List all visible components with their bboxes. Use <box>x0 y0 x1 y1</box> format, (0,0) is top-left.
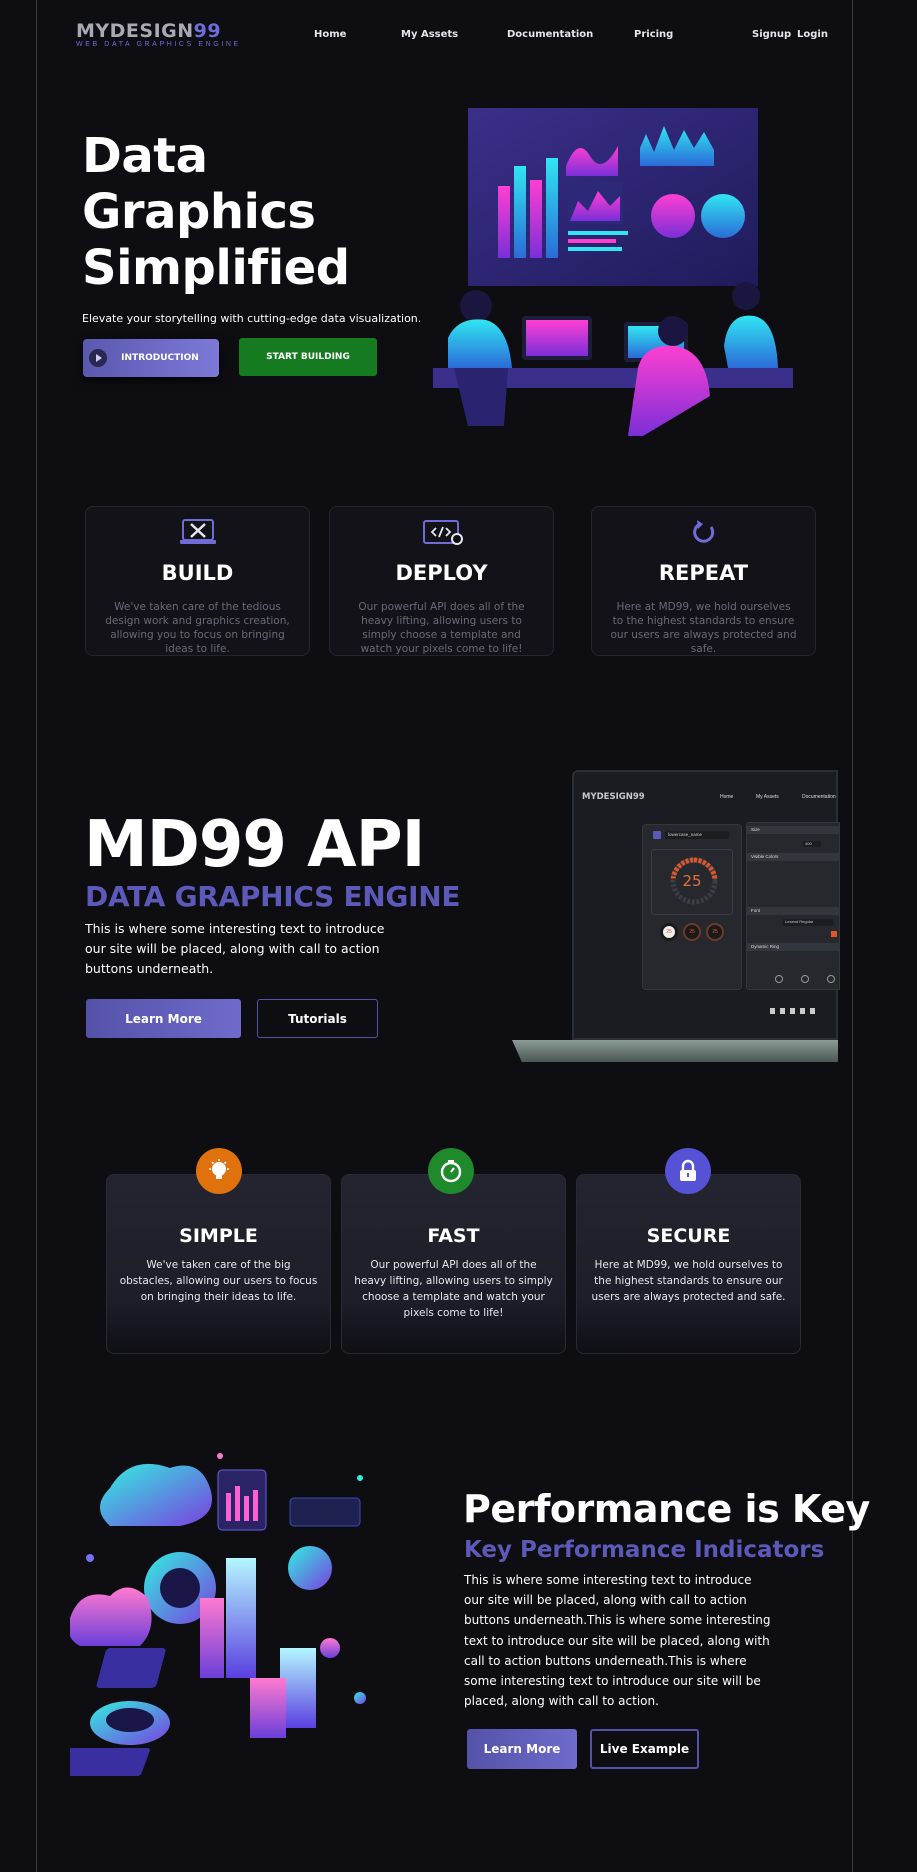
refresh-icon <box>692 520 714 543</box>
mock-panel-icon <box>653 831 661 839</box>
feature-text: Our powerful API does all of the heavy l… <box>358 601 525 655</box>
feature-text: Here at MD99, we hold ourselves to the h… <box>610 601 797 655</box>
value-text: Here at MD99, we hold ourselves to the h… <box>591 1259 786 1303</box>
mock-logo: MYDESIGN99 <box>582 792 645 802</box>
value-title: SECURE <box>646 1225 731 1247</box>
api-subtitle: DATA GRAPHICS ENGINE <box>85 880 461 913</box>
frame-left-line <box>36 0 37 1872</box>
performance-illustration <box>70 1453 366 1776</box>
hero-title-line-1: Data <box>82 128 208 184</box>
value-text: Our powerful API does all of the heavy l… <box>354 1259 553 1319</box>
feature-card-repeat: REPEAT Here at MD99, we hold ourselves t… <box>591 506 816 656</box>
mock-nav-docs: Documentation <box>802 794 836 800</box>
mock-gauge-value: 25 <box>682 872 702 890</box>
laptop-screen: MYDESIGN99 Home My Assets Documentation … <box>572 770 840 1040</box>
mock-panel-header: Font <box>747 907 839 915</box>
value-card-fast: FAST Our powerful API does all of the he… <box>341 1174 566 1354</box>
feature-card-deploy: DEPLOY Our powerful API does all of the … <box>329 506 554 656</box>
performance-subtitle: Key Performance Indicators <box>464 1537 825 1563</box>
nav-pricing[interactable]: Pricing <box>634 29 673 40</box>
lock-icon <box>665 1148 711 1194</box>
introduction-button[interactable]: INTRODUCTION <box>83 339 219 377</box>
introduction-button-label: INTRODUCTION <box>121 353 199 363</box>
api-title: MD99 API <box>84 808 425 882</box>
performance-text: This is where some interesting text to i… <box>464 1573 771 1709</box>
logo-tagline: WEB DATA GRAPHICS ENGINE <box>76 41 241 48</box>
mock-thumb: 25 <box>706 923 724 941</box>
hero-subtitle: Elevate your storytelling with cutting-e… <box>82 312 422 325</box>
stopwatch-icon <box>428 1148 474 1194</box>
nav-signup[interactable]: Signup <box>752 29 791 40</box>
play-icon <box>89 349 108 367</box>
code-gear-icon <box>422 520 463 545</box>
mock-gauge-frame: 25 <box>651 849 733 915</box>
laptop-tools-icon <box>179 519 216 544</box>
mock-radio <box>801 975 809 983</box>
hero-title-line-3: Simplified <box>82 240 350 296</box>
mock-size-value: 400 <box>803 841 821 847</box>
mock-settings-panel: Size 400 Visible Colors Font Lexend Regu… <box>746 822 840 990</box>
mock-nav-home: Home <box>720 794 734 800</box>
mock-social-icons <box>770 1008 820 1014</box>
value-title: FAST <box>427 1225 480 1247</box>
mock-radio <box>775 975 783 983</box>
mock-thumb: 25 <box>683 923 701 941</box>
start-building-button[interactable]: START BUILDING <box>239 338 377 376</box>
value-card-secure: SECURE Here at MD99, we hold ourselves t… <box>576 1174 801 1354</box>
tutorials-button[interactable]: Tutorials <box>257 999 378 1038</box>
nav-home[interactable]: Home <box>314 29 346 40</box>
mock-search-input: lowercase_name <box>665 831 729 839</box>
learn-more-button[interactable]: Learn More <box>86 999 241 1038</box>
mock-color-swatch <box>831 931 837 937</box>
mock-thumb: 25 <box>660 923 678 941</box>
mock-panel-header: Size <box>747 826 839 834</box>
value-title: SIMPLE <box>179 1225 258 1247</box>
feature-title: BUILD <box>161 561 234 585</box>
feature-text: We've taken care of the tedious design w… <box>105 601 290 655</box>
hero-illustration <box>433 108 793 436</box>
frame-right-line <box>852 0 853 1872</box>
hero-title-line-2: Graphics <box>82 184 316 240</box>
mock-font-value: Lexend Regular <box>783 919 833 926</box>
feature-title: DEPLOY <box>395 561 488 585</box>
learn-more-button-2[interactable]: Learn More <box>467 1729 577 1769</box>
laptop-base <box>512 1040 838 1062</box>
hero-title: Data Graphics Simplified <box>82 128 350 296</box>
mock-panel-header: Visible Colors <box>747 853 839 861</box>
value-card-simple: SIMPLE We've taken care of the big obsta… <box>106 1174 331 1354</box>
feature-title: REPEAT <box>658 561 749 585</box>
laptop-mockup: MYDESIGN99 Home My Assets Documentation … <box>512 770 840 1066</box>
nav-documentation[interactable]: Documentation <box>507 29 593 40</box>
live-example-button[interactable]: Live Example <box>590 1729 699 1769</box>
lightbulb-icon <box>196 1148 242 1194</box>
mock-left-panel: lowercase_name 25 25 25 25 <box>642 824 742 990</box>
feature-card-build: BUILD We've taken care of the tedious de… <box>85 506 310 656</box>
nav-login[interactable]: Login <box>797 29 828 40</box>
mock-nav-assets: My Assets <box>756 794 779 800</box>
performance-title: Performance is Key <box>463 1487 870 1531</box>
nav-my-assets[interactable]: My Assets <box>401 29 458 40</box>
mock-radio <box>827 975 835 983</box>
mock-panel-header: Dynamic Ring <box>747 943 839 951</box>
value-text: We've taken care of the big obstacles, a… <box>119 1259 318 1303</box>
api-text: This is where some interesting text to i… <box>85 921 385 976</box>
logo[interactable]: MYDESIGN99 <box>76 20 221 42</box>
